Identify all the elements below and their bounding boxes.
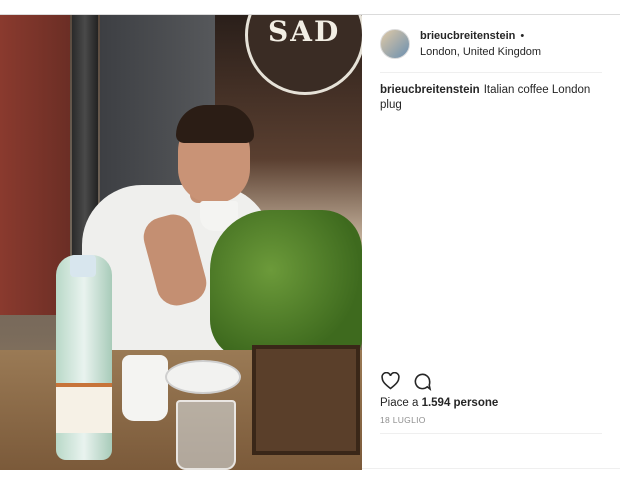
avatar[interactable] — [380, 28, 410, 59]
comment-icon[interactable] — [412, 371, 432, 391]
basil-plant — [210, 210, 362, 360]
likes-prefix: Piace a — [380, 397, 419, 409]
likes-count[interactable]: 1.594 persone — [422, 397, 499, 409]
post-sidebar: brieucbreitenstein • London, United King… — [362, 15, 620, 470]
post-photo[interactable]: SAD — [0, 15, 362, 470]
instagram-post: SAD brieucbreitenstein • London, United … — [0, 14, 620, 470]
caption-username[interactable]: brieucbreitenstein — [380, 84, 480, 96]
location-link[interactable]: London, United Kingdom — [420, 44, 541, 60]
man-hair — [176, 105, 254, 143]
post-header: brieucbreitenstein • London, United King… — [380, 15, 602, 73]
post-date: 18 LUGLIO — [380, 415, 426, 425]
bottle-label — [56, 383, 112, 433]
likes-summary[interactable]: Piace a 1.594 persone — [380, 397, 498, 409]
username-link[interactable]: brieucbreitenstein — [420, 30, 515, 42]
action-bar — [380, 371, 432, 391]
post-meta: brieucbreitenstein • London, United King… — [420, 28, 541, 60]
separator-dot: • — [520, 29, 525, 42]
napkin-holder — [252, 345, 360, 455]
divider — [380, 433, 602, 434]
saucer — [165, 360, 241, 394]
milk-jug — [122, 355, 168, 421]
cafe-sign-text: SAD — [268, 15, 341, 48]
bottle-cap — [70, 255, 96, 277]
post-caption: brieucbreitenstein Italian coffee London … — [380, 83, 602, 113]
heart-icon[interactable] — [380, 371, 400, 391]
water-glass — [176, 400, 236, 470]
